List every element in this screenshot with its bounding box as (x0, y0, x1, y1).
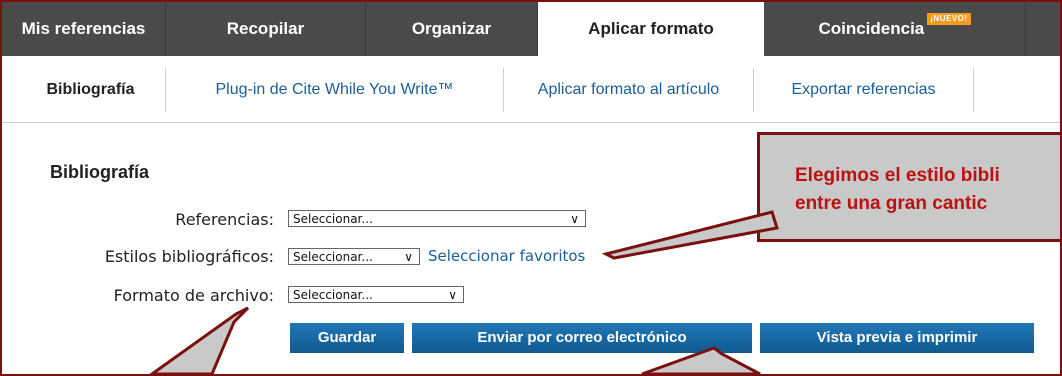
callout-arrow-formato (149, 306, 250, 374)
callout-arrow-email (641, 346, 761, 374)
callout-arrows (149, 210, 779, 374)
callout-arrow-favorites (601, 210, 779, 260)
app-frame: Mis referencias Recopilar Organizar Apli… (0, 0, 1062, 376)
